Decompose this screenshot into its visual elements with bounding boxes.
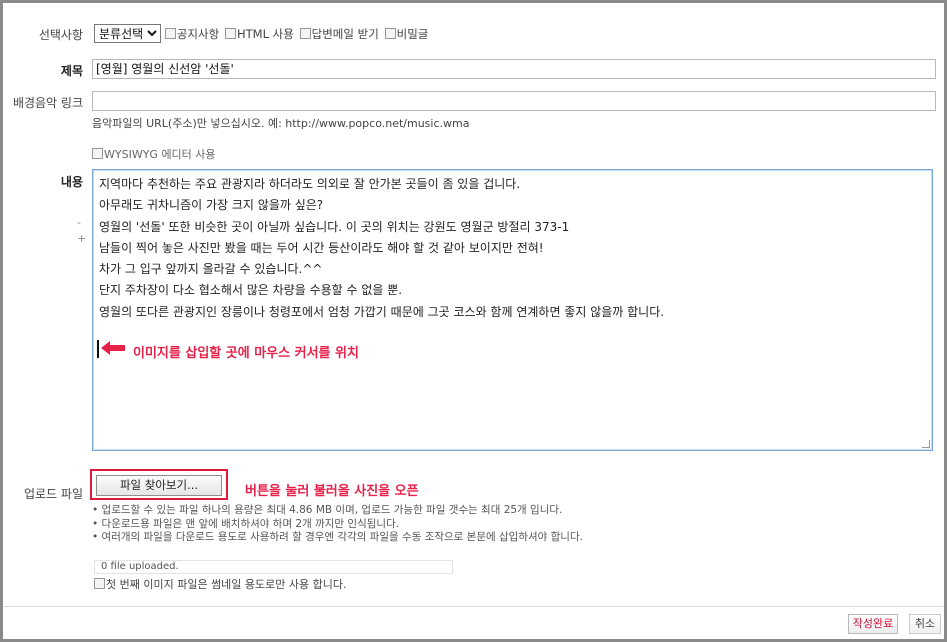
content-line: 영월의 '선돌' 또한 비슷한 곳이 아닐까 싶습니다. 이 곳의 위치는 강원… — [99, 219, 570, 234]
write-form: 선택사항 분류선택 공지사항 HTML 사용 답변메일 받기 비밀글 제목 [영… — [0, 0, 947, 642]
notice-label: 공지사항 — [176, 26, 220, 41]
reply-mail-label: 답변메일 받기 — [311, 26, 379, 41]
content-line: 단지 주차장이 다소 협소해서 많은 차량을 수용할 수 없을 뿐. — [99, 283, 403, 298]
wysiwyg-label: WYSIWYG 에디터 사용 — [104, 148, 216, 161]
editor-resize-handle[interactable] — [922, 440, 930, 448]
editor-expand[interactable]: + — [77, 232, 86, 245]
content-line: 영월의 또다른 관광지인 장릉이나 청령포에서 엄청 가깝기 때문에 그곳 코스… — [99, 304, 665, 319]
subject-label: 제목 — [60, 64, 83, 78]
notice-checkbox[interactable] — [164, 27, 176, 39]
bgm-hint: 음악파일의 URL(주소)만 넣으십시오. 예: http://www.popc… — [92, 117, 470, 130]
content-line: 차가 그 입구 앞까지 올라갈 수 있습니다.^^ — [99, 262, 323, 277]
upload-highlight: 파일 찾아보기... — [90, 469, 228, 500]
text-cursor — [97, 340, 99, 358]
subject-input[interactable]: [영월] 영월의 신선암 '선돌' — [92, 59, 936, 79]
thumbnail-option-row: 첫 번째 이미지 파일은 썸네일 용도로만 사용 합니다. — [94, 576, 347, 592]
html-checkbox[interactable] — [224, 27, 236, 39]
reply-mail-checkbox[interactable] — [299, 27, 311, 39]
secret-checkbox[interactable] — [384, 27, 396, 39]
secret-label: 비밀글 — [396, 26, 429, 41]
thumbnail-checkbox[interactable] — [94, 578, 105, 589]
upload-note: • 다운로드용 파일은 맨 앞에 배치하셔야 하며 2개 까지만 인식됩니다. — [92, 517, 400, 530]
upload-notes: • 업로드할 수 있는 파일 하나의 용량은 최대 4.86 MB 이며, 업로… — [92, 504, 583, 545]
editor-shrink[interactable]: - — [77, 216, 81, 229]
file-browse-button[interactable]: 파일 찾아보기... — [96, 475, 222, 496]
category-select[interactable]: 분류선택 — [94, 24, 161, 43]
html-label: HTML 사용 — [236, 26, 294, 41]
options-label: 선택사항 — [38, 28, 83, 42]
wysiwyg-row: WYSIWYG 에디터 사용 — [92, 146, 216, 162]
thumbnail-label: 첫 번째 이미지 파일은 썸네일 용도로만 사용 합니다. — [106, 578, 347, 591]
upload-annotation: 버튼을 눌러 불러올 사진을 오픈 — [245, 484, 419, 499]
content-line: 남들이 찍어 놓은 사진만 봤을 때는 두어 시간 등산이라도 해야 할 것 같… — [99, 240, 544, 255]
submit-button[interactable]: 작성완료 — [848, 614, 898, 634]
content-label: 내용 — [60, 175, 83, 189]
upload-note: • 업로드할 수 있는 파일 하나의 용량은 최대 4.86 MB 이며, 업로… — [92, 504, 563, 516]
options-row: 분류선택 공지사항 HTML 사용 답변메일 받기 비밀글 — [94, 24, 430, 43]
bgm-input[interactable] — [92, 91, 936, 111]
upload-label: 업로드 파일 — [23, 487, 83, 501]
cancel-button[interactable]: 취소 — [909, 614, 941, 634]
content-line: 아무래도 귀차니즘이 가장 크지 않을까 싶은? — [99, 198, 324, 213]
wysiwyg-checkbox[interactable] — [92, 148, 103, 159]
uploaded-file-list[interactable]: 0 file uploaded. — [94, 560, 453, 574]
cursor-annotation: 이미지를 삽입할 곳에 마우스 커서를 위치 — [133, 346, 359, 361]
form-divider — [3, 606, 944, 607]
upload-note: • 여러개의 파일을 다운로드 용도로 사용하려 할 경우엔 각각의 파일을 수… — [92, 531, 583, 543]
content-editor[interactable]: 지역마다 추천하는 주요 관광지라 하더라도 의외로 잘 안가본 곳들이 좀 있… — [92, 169, 933, 451]
bgm-label: 배경음악 링크 — [12, 96, 83, 110]
arrow-left-icon — [101, 341, 125, 355]
content-line: 지역마다 추천하는 주요 관광지라 하더라도 의외로 잘 안가본 곳들이 좀 있… — [99, 177, 521, 191]
